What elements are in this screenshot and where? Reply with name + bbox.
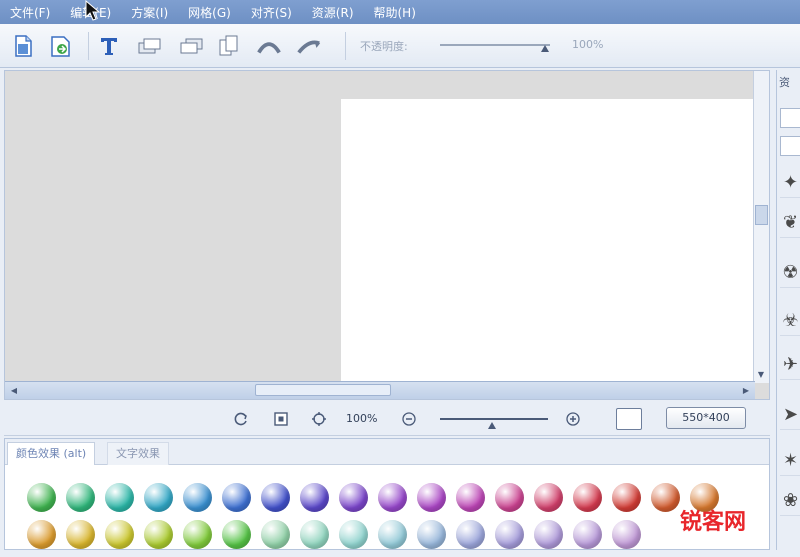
color-swatch[interactable] bbox=[417, 520, 446, 549]
tab-color-effects[interactable]: 颜色效果 (alt) bbox=[7, 442, 96, 465]
resource-category-select[interactable] bbox=[780, 136, 800, 156]
toolbar-separator bbox=[88, 32, 89, 60]
color-swatch[interactable] bbox=[534, 520, 563, 549]
canvas-size-button[interactable]: 550*400 bbox=[666, 407, 746, 429]
open-file-icon[interactable] bbox=[48, 33, 74, 59]
color-swatch[interactable] bbox=[105, 483, 134, 512]
vertical-scrollbar-thumb[interactable] bbox=[755, 205, 768, 225]
color-swatch[interactable] bbox=[495, 520, 524, 549]
menu-bar: 文件(F) 编辑(E) 方案(I) 网格(G) 对齐(S) 资源(R) 帮助(H… bbox=[0, 0, 800, 24]
swatch-row bbox=[27, 483, 767, 512]
color-swatch[interactable] bbox=[534, 483, 563, 512]
color-swatch[interactable] bbox=[105, 520, 134, 549]
fit-page-icon[interactable] bbox=[272, 410, 290, 428]
new-file-icon[interactable] bbox=[10, 33, 36, 59]
color-swatch[interactable] bbox=[261, 483, 290, 512]
scroll-down-icon[interactable]: ▼ bbox=[754, 367, 768, 381]
color-swatch[interactable] bbox=[300, 483, 329, 512]
color-swatch[interactable] bbox=[27, 520, 56, 549]
color-swatch[interactable] bbox=[417, 483, 446, 512]
mouse-cursor-icon bbox=[85, 0, 101, 21]
copy-icon[interactable] bbox=[216, 33, 242, 59]
scroll-left-icon[interactable]: ◀ bbox=[7, 383, 21, 397]
menu-grid[interactable]: 网格(G) bbox=[188, 4, 231, 21]
shape-leaf-icon[interactable]: ❦ bbox=[780, 208, 800, 238]
bring-forward-icon[interactable] bbox=[136, 33, 162, 59]
opacity-slider[interactable] bbox=[440, 44, 550, 46]
shape-radiation-icon[interactable]: ☢ bbox=[780, 258, 800, 288]
color-swatch[interactable] bbox=[144, 483, 173, 512]
shape-star-icon[interactable]: ✶ bbox=[780, 446, 800, 476]
color-swatch[interactable] bbox=[144, 520, 173, 549]
color-swatch-grid bbox=[27, 483, 767, 557]
effects-panel: 颜色效果 (alt) 文字效果 bbox=[4, 438, 770, 550]
arc-up-icon[interactable] bbox=[256, 33, 282, 59]
color-swatch[interactable] bbox=[651, 483, 680, 512]
send-backward-icon[interactable] bbox=[178, 33, 204, 59]
opacity-label: 不透明度: bbox=[360, 40, 408, 53]
toolbar: 不透明度: 100% bbox=[0, 24, 800, 68]
menu-help[interactable]: 帮助(H) bbox=[374, 4, 416, 21]
watermark-logo: 锐客网 bbox=[680, 510, 747, 535]
shape-arrow-icon[interactable]: ➤ bbox=[780, 400, 800, 430]
resource-search-field[interactable] bbox=[780, 108, 800, 128]
effects-tabs: 颜色效果 (alt) 文字效果 bbox=[5, 439, 769, 465]
shape-biohazard-icon[interactable]: ☣ bbox=[780, 306, 800, 336]
menu-align[interactable]: 对齐(S) bbox=[251, 4, 292, 21]
color-swatch[interactable] bbox=[339, 520, 368, 549]
opacity-value: 100% bbox=[572, 38, 604, 51]
color-swatch[interactable] bbox=[66, 483, 95, 512]
color-swatch[interactable] bbox=[261, 520, 290, 549]
tab-text-effects[interactable]: 文字效果 bbox=[107, 442, 169, 465]
color-swatch[interactable] bbox=[612, 483, 641, 512]
color-swatch[interactable] bbox=[222, 520, 251, 549]
color-swatch[interactable] bbox=[612, 520, 641, 549]
toolbar-separator bbox=[345, 32, 346, 60]
color-swatch[interactable] bbox=[495, 483, 524, 512]
color-swatch[interactable] bbox=[222, 483, 251, 512]
color-swatch[interactable] bbox=[66, 520, 95, 549]
color-swatch[interactable] bbox=[300, 520, 329, 549]
menu-file[interactable]: 文件(F) bbox=[10, 4, 50, 21]
status-bar: 100% 550*400 bbox=[4, 402, 770, 436]
color-swatch[interactable] bbox=[183, 520, 212, 549]
color-swatch[interactable] bbox=[456, 483, 485, 512]
color-swatch[interactable] bbox=[183, 483, 212, 512]
arc-down-icon[interactable] bbox=[296, 33, 322, 59]
menu-resources[interactable]: 资源(R) bbox=[312, 4, 354, 21]
color-swatch[interactable] bbox=[27, 483, 56, 512]
swatch-row bbox=[27, 520, 767, 549]
canvas-area: ▼ ◀ ▶ bbox=[4, 70, 770, 400]
center-target-icon[interactable] bbox=[310, 410, 328, 428]
resources-panel: 资 ✦ ❦ ☢ ☣ ✈ ➤ ✶ ❀ bbox=[776, 70, 800, 550]
zoom-slider-thumb[interactable] bbox=[488, 422, 496, 429]
zoom-out-icon[interactable] bbox=[400, 410, 418, 428]
refresh-icon[interactable] bbox=[232, 410, 250, 428]
horizontal-scrollbar[interactable]: ◀ ▶ bbox=[5, 381, 755, 399]
zoom-in-icon[interactable] bbox=[564, 410, 582, 428]
color-swatch[interactable] bbox=[573, 483, 602, 512]
color-swatch[interactable] bbox=[573, 520, 602, 549]
color-swatch[interactable] bbox=[456, 520, 485, 549]
shape-flower-icon[interactable]: ❀ bbox=[780, 486, 800, 516]
color-swatch[interactable] bbox=[339, 483, 368, 512]
drawing-canvas[interactable] bbox=[341, 99, 753, 383]
resources-tab[interactable]: 资 bbox=[779, 74, 800, 96]
scroll-right-icon[interactable]: ▶ bbox=[739, 383, 753, 397]
color-swatch[interactable] bbox=[378, 520, 407, 549]
horizontal-scrollbar-thumb[interactable] bbox=[255, 384, 391, 396]
zoom-slider[interactable] bbox=[440, 418, 548, 420]
vertical-scrollbar[interactable]: ▼ bbox=[753, 71, 769, 383]
background-color-swatch[interactable] bbox=[616, 408, 642, 430]
text-icon[interactable] bbox=[96, 33, 122, 59]
opacity-slider-thumb[interactable] bbox=[541, 45, 549, 52]
zoom-value: 100% bbox=[346, 412, 378, 425]
shape-bird-icon[interactable]: ✦ bbox=[780, 168, 800, 198]
color-swatch[interactable] bbox=[378, 483, 407, 512]
shape-plane-icon[interactable]: ✈ bbox=[780, 350, 800, 380]
menu-scheme[interactable]: 方案(I) bbox=[131, 4, 168, 21]
